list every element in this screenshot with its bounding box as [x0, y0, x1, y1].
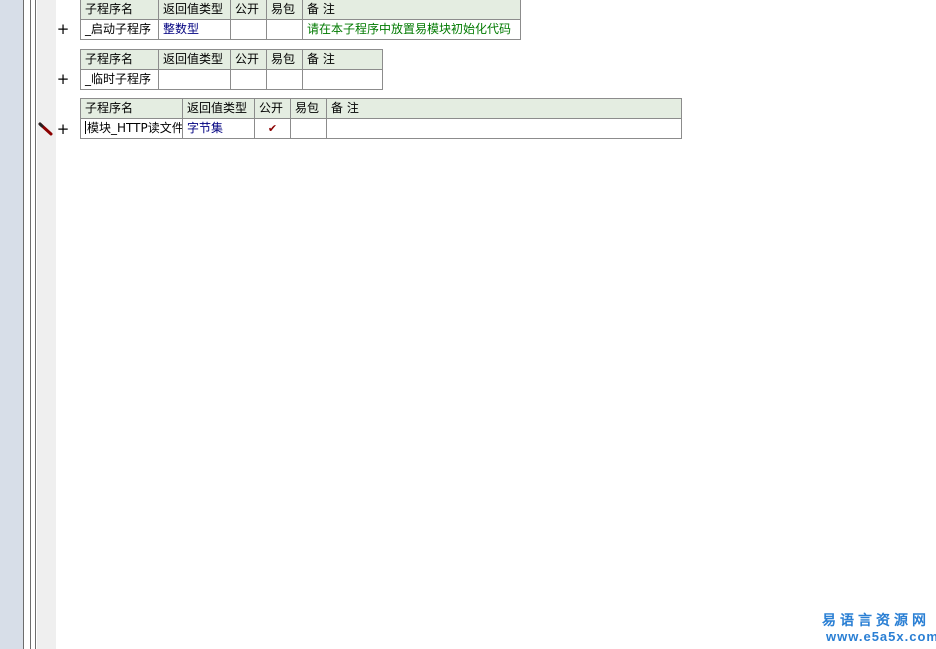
left-margin-panel	[0, 0, 23, 649]
expand-icon[interactable]: +	[56, 22, 70, 37]
header-name: 子程序名	[80, 0, 159, 20]
header-public: 公开	[230, 49, 267, 70]
subroutine-name-cell[interactable]: _启动子程序	[80, 19, 159, 40]
subroutine-table-start: 子程序名 返回值类型 公开 易包 备 注 _启动子程序 整数型 请在本子程序中放…	[80, 0, 521, 40]
header-note: 备 注	[326, 98, 682, 119]
header-return-type: 返回值类型	[158, 0, 231, 20]
subroutine-name-cell[interactable]: _临时子程序	[80, 69, 159, 90]
text-caret	[85, 121, 86, 134]
return-type-cell[interactable]	[158, 69, 231, 90]
table-header-row: 子程序名 返回值类型 公开 易包 备 注	[80, 0, 521, 20]
note-cell[interactable]	[326, 118, 682, 139]
header-return-type: 返回值类型	[182, 98, 255, 119]
subroutine-table-http: 子程序名 返回值类型 公开 易包 备 注 模块_HTTP读文件 字节集 ✔	[80, 98, 682, 139]
header-note: 备 注	[302, 0, 521, 20]
header-public: 公开	[254, 98, 291, 119]
easy-pkg-cell[interactable]	[290, 118, 327, 139]
return-type-cell[interactable]: 字节集	[182, 118, 255, 139]
subroutine-table-temp: 子程序名 返回值类型 公开 易包 备 注 _临时子程序	[80, 49, 383, 90]
expand-icon[interactable]: +	[56, 72, 70, 87]
table-row[interactable]: _启动子程序 整数型 请在本子程序中放置易模块初始化代码	[80, 19, 521, 40]
watermark-url: www.e5a5x.com	[826, 629, 936, 644]
public-cell[interactable]: ✔	[254, 118, 291, 139]
header-note: 备 注	[302, 49, 383, 70]
table-header-row: 子程序名 返回值类型 公开 易包 备 注	[80, 49, 383, 70]
header-easy-pkg: 易包	[266, 49, 303, 70]
subroutine-name-cell[interactable]: 模块_HTTP读文件	[80, 118, 183, 139]
table-row[interactable]: _临时子程序	[80, 69, 383, 90]
note-cell[interactable]	[302, 69, 383, 90]
header-public: 公开	[230, 0, 267, 20]
header-name: 子程序名	[80, 98, 183, 119]
watermark-title: 易语言资源网	[822, 613, 930, 629]
subroutine-name-text: 模块_HTTP读文件	[87, 121, 183, 135]
easy-pkg-cell[interactable]	[266, 19, 303, 40]
breakpoint-gutter[interactable]	[37, 0, 56, 649]
public-cell[interactable]	[230, 69, 267, 90]
header-return-type: 返回值类型	[158, 49, 231, 70]
return-type-cell[interactable]: 整数型	[158, 19, 231, 40]
public-cell[interactable]	[230, 19, 267, 40]
easy-pkg-cell[interactable]	[266, 69, 303, 90]
expand-icon[interactable]: +	[56, 122, 70, 137]
check-icon: ✔	[267, 122, 278, 135]
note-cell[interactable]: 请在本子程序中放置易模块初始化代码	[302, 19, 521, 40]
margin-divider	[30, 0, 31, 649]
margin-divider	[35, 0, 36, 649]
pencil-icon	[38, 122, 53, 136]
header-name: 子程序名	[80, 49, 159, 70]
table-row[interactable]: 模块_HTTP读文件 字节集 ✔	[80, 118, 682, 139]
header-easy-pkg: 易包	[290, 98, 327, 119]
table-header-row: 子程序名 返回值类型 公开 易包 备 注	[80, 98, 682, 119]
header-easy-pkg: 易包	[266, 0, 303, 20]
margin-divider	[23, 0, 24, 649]
